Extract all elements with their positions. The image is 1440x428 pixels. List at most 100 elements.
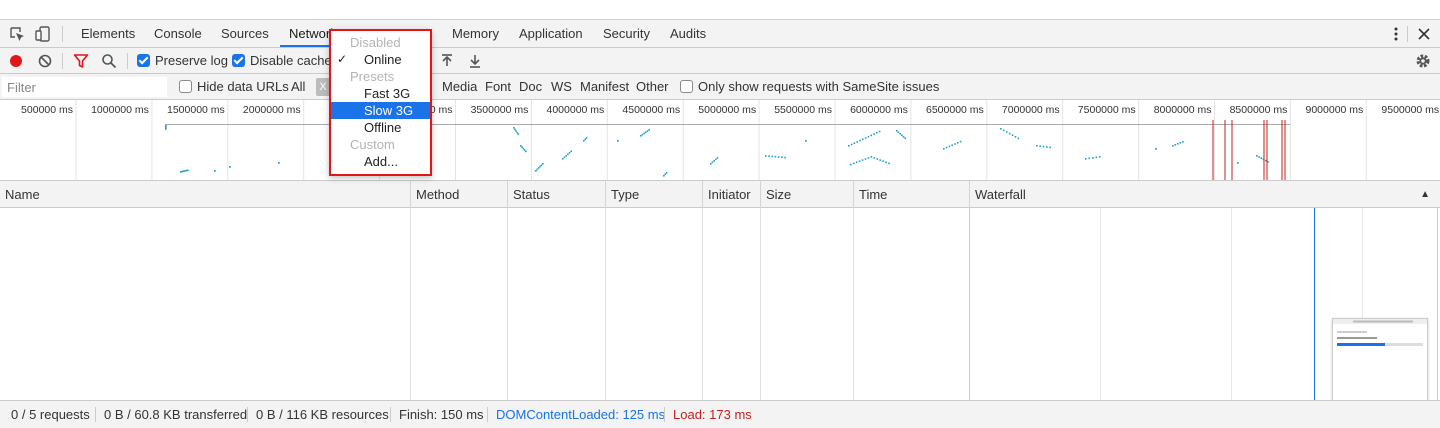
overview-request-dot xyxy=(165,128,167,130)
column-header-initiator[interactable]: Initiator xyxy=(702,181,761,208)
overview-tick-label: 6000000 ms xyxy=(850,104,908,116)
tab-elements[interactable]: Elements xyxy=(81,20,135,47)
tab-memory[interactable]: Memory xyxy=(452,20,499,47)
samesite-label[interactable]: Only show requests with SameSite issues xyxy=(698,74,939,100)
throttle-option-fast-3g[interactable]: Fast 3G xyxy=(331,85,430,102)
tab-audits[interactable]: Audits xyxy=(670,20,706,47)
overview-request-dot xyxy=(214,170,216,172)
column-header-waterfall[interactable]: Waterfall xyxy=(969,181,1440,208)
search-icon[interactable] xyxy=(100,52,118,70)
overview-request-dot xyxy=(954,143,956,145)
overview-canvas: 500000 ms1000000 ms1500000 ms2000000 ms2… xyxy=(21,100,1439,180)
overview-request-dot xyxy=(570,150,572,153)
waterfall-dcl-marker xyxy=(1314,208,1315,400)
hide-data-urls-checkbox[interactable] xyxy=(179,80,192,93)
overview-request-dot xyxy=(1172,145,1174,147)
throttle-option-online[interactable]: ✓ Online xyxy=(331,51,430,68)
devtools-tab-bar: Elements Console Sources Network Memory … xyxy=(0,20,1440,48)
overview-request-dot xyxy=(848,145,850,147)
filter-type-other[interactable]: Other xyxy=(636,74,669,100)
screenshot-thumbnail[interactable] xyxy=(1332,318,1428,413)
throttle-option-slow-3g[interactable]: Slow 3G xyxy=(331,102,430,119)
filter-input[interactable] xyxy=(2,77,167,97)
network-throttling-dropdown[interactable]: Disabled ✓ Online Presets Fast 3G Slow 3… xyxy=(329,29,432,176)
overview-request-dot xyxy=(539,165,541,168)
filter-type-media[interactable]: Media xyxy=(442,74,477,100)
overview-request-dot xyxy=(1264,159,1267,162)
overview-request-dot xyxy=(850,143,853,146)
import-har-icon[interactable] xyxy=(438,52,456,70)
preserve-log-label[interactable]: Preserve log xyxy=(155,48,228,74)
inspect-element-icon[interactable] xyxy=(8,25,26,43)
column-header-method[interactable]: Method xyxy=(410,181,508,208)
disable-cache-checkbox[interactable] xyxy=(232,54,245,67)
tab-security[interactable]: Security xyxy=(603,20,650,47)
filter-type-all[interactable]: All xyxy=(291,74,305,100)
overview-request-dot xyxy=(641,133,644,136)
overview-request-dot xyxy=(882,160,884,162)
preserve-log-checkbox[interactable] xyxy=(137,54,150,67)
overview-request-dot xyxy=(522,147,525,150)
overview-request-dot xyxy=(850,163,852,166)
column-header-status[interactable]: Status xyxy=(507,181,606,208)
tab-application[interactable]: Application xyxy=(519,20,583,47)
column-header-size[interactable]: Size xyxy=(760,181,854,208)
overview-request-dot xyxy=(876,132,878,134)
toolbar-separator xyxy=(62,53,63,69)
throttle-option-offline[interactable]: Offline xyxy=(331,119,430,136)
overview-request-dot xyxy=(1008,132,1011,135)
column-header-name[interactable]: Name xyxy=(0,181,411,208)
disable-cache-label[interactable]: Disable cache xyxy=(250,48,332,74)
clear-icon[interactable] xyxy=(36,52,54,70)
overview-request-dot xyxy=(856,141,858,143)
overview-request-dot xyxy=(945,146,948,149)
tab-sources[interactable]: Sources xyxy=(221,20,269,47)
close-icon[interactable] xyxy=(1415,25,1433,43)
overview-request-dot xyxy=(1049,146,1052,149)
overview-request-dot xyxy=(1042,145,1045,148)
column-header-type[interactable]: Type xyxy=(605,181,703,208)
overview-request-dot xyxy=(864,137,867,139)
overview-request-dot xyxy=(1039,145,1041,147)
sort-ascending-icon[interactable]: ▲ xyxy=(1420,181,1430,208)
overview-request-dot xyxy=(858,160,861,162)
panel-edge xyxy=(1437,208,1438,400)
overview-request-dot xyxy=(716,157,719,159)
settings-icon[interactable] xyxy=(1414,52,1432,70)
device-toolbar-icon[interactable] xyxy=(34,25,52,43)
record-icon[interactable] xyxy=(7,52,25,70)
overview-request-dot xyxy=(899,133,901,135)
overview-request-dot xyxy=(878,130,881,133)
throttle-option-add[interactable]: Add... xyxy=(331,153,430,170)
overview-request-dot xyxy=(876,158,879,160)
hide-data-urls-label[interactable]: Hide data URLs xyxy=(197,74,289,100)
more-options-icon[interactable] xyxy=(1387,25,1405,43)
overview-request-dot xyxy=(525,150,527,153)
filter-bar: Hide data URLs All X Media Font Doc WS M… xyxy=(0,74,1440,100)
overview-request-dot xyxy=(784,156,786,159)
overview-request-dot xyxy=(710,163,712,165)
tab-console[interactable]: Console xyxy=(154,20,202,47)
overview-request-dot xyxy=(1155,148,1157,150)
overview-request-dot xyxy=(957,142,959,144)
export-har-icon[interactable] xyxy=(466,52,484,70)
overview-request-dot xyxy=(781,156,783,159)
overview-tick-label: 5000000 ms xyxy=(698,104,756,116)
overview-request-dot xyxy=(765,155,767,157)
filter-type-ws[interactable]: WS xyxy=(551,74,572,100)
column-header-time[interactable]: Time xyxy=(853,181,970,208)
overview-request-dot xyxy=(897,131,900,134)
filter-icon[interactable] xyxy=(72,52,90,70)
overview-request-dot xyxy=(562,158,564,160)
overview-request-dot xyxy=(902,136,905,138)
overview-request-dot xyxy=(1182,141,1184,143)
samesite-checkbox[interactable] xyxy=(680,80,693,93)
filter-type-doc[interactable]: Doc xyxy=(519,74,542,100)
overview-request-dot xyxy=(514,128,516,131)
network-toolbar: Preserve log Disable cache xyxy=(0,48,1440,74)
network-overview-timeline[interactable]: 500000 ms1000000 ms1500000 ms2000000 ms2… xyxy=(0,100,1440,181)
filter-type-manifest[interactable]: Manifest xyxy=(580,74,629,100)
overview-request-dot xyxy=(568,152,571,154)
filter-type-font[interactable]: Font xyxy=(485,74,511,100)
requests-table-header: Name Method Status Type Initiator Size T… xyxy=(0,181,1440,208)
